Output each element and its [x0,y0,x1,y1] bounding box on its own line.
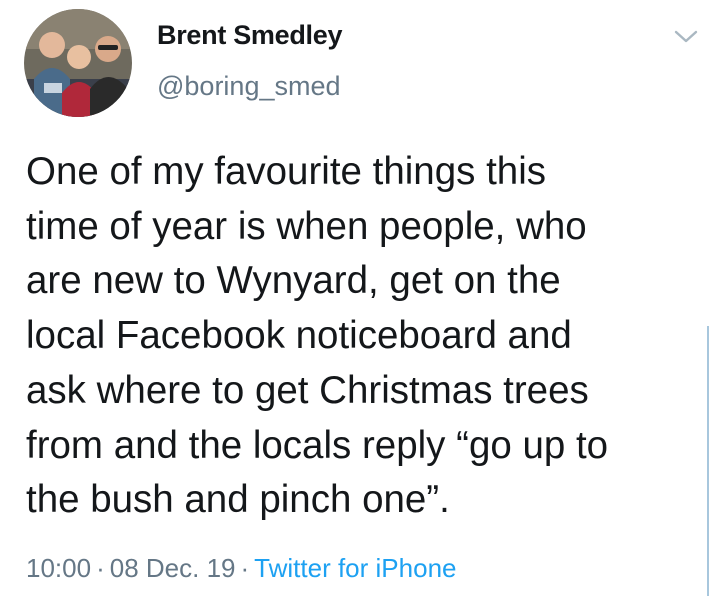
scrollbar[interactable] [707,326,709,596]
tweet-line: One of my favourite things this [26,150,546,193]
tweet-line: from and the locals reply “go up to [26,423,609,467]
tweet-line: local Facebook noticeboard and [26,314,572,358]
tweet-meta: 10:00 · 08 Dec. 19 · Twitter for iPhone [26,553,456,584]
chevron-down-icon[interactable] [672,26,700,46]
tweet-line: time of year is when people, who [26,204,587,248]
meta-separator: · [96,553,105,583]
tweet-line: the bush and pinch one”. [26,478,450,522]
tweet-date[interactable]: 08 Dec. 19 [110,553,236,583]
tweet-source-link[interactable]: Twitter for iPhone [254,553,456,583]
author-handle[interactable]: @boring_smed [157,71,341,102]
tweet-time[interactable]: 10:00 [26,553,91,583]
meta-separator: · [240,553,250,583]
avatar[interactable] [24,9,132,117]
author-display-name[interactable]: Brent Smedley [157,20,342,51]
tweet-line: are new to Wynyard, get on the [26,259,561,303]
tweet-text: One of my favourite things this time of … [26,145,706,528]
avatar-image [24,9,132,117]
tweet-line: ask where to get Christmas trees [26,368,589,412]
